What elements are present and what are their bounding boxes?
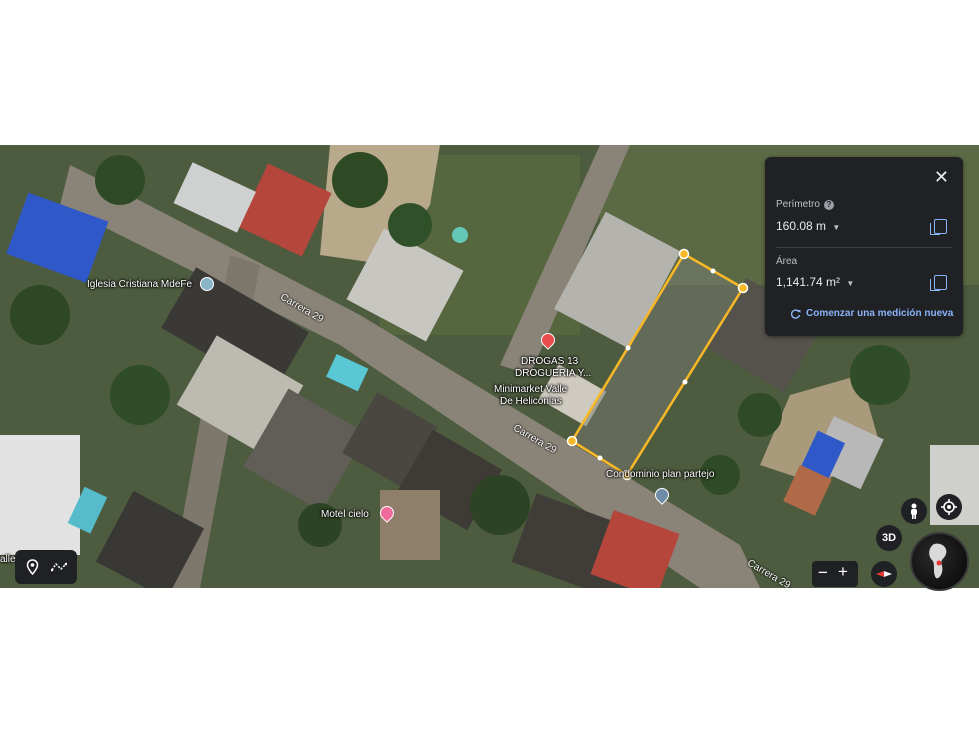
chevron-down-icon: ▼ [846,279,855,288]
map-label-drogas-2[interactable]: DROGUERIA Y... [515,368,591,380]
area-value: 1,141.74 m² [776,275,841,289]
zoom-out-button[interactable]: − [818,563,828,583]
church-pin-icon[interactable] [200,277,214,291]
area-value-dropdown[interactable]: 1,141.74 m² ▼ [776,275,854,289]
chevron-down-icon: ▼ [832,223,841,232]
close-icon[interactable]: ✕ [934,167,949,188]
map-label-iglesia[interactable]: Iglesia Cristiana MdeFe [87,279,192,291]
measurement-panel: ✕ Perímetro? 160.08 m ▼ Área 1,141.74 m²… [765,157,963,336]
zoom-in-button[interactable]: + [838,562,848,582]
place-icon[interactable] [26,559,39,575]
measure-path-icon[interactable] [51,561,67,573]
map-label-minimarket-2[interactable]: De Heliconias [500,396,562,408]
divider [776,247,952,248]
compass-icon[interactable] [871,561,897,587]
help-icon[interactable]: ? [823,200,834,210]
view-3d-button[interactable]: 3D [876,525,902,551]
copy-perimeter-icon[interactable] [930,219,947,235]
map-label-left-edge: alle [0,554,16,565]
bottom-left-toolbar [15,550,77,584]
my-location-icon[interactable] [936,494,962,520]
map-label-minimarket-1[interactable]: Minimarket Valle [494,384,567,396]
refresh-icon[interactable] [791,309,801,319]
perimeter-value: 160.08 m [776,219,827,233]
area-label: Área [776,256,798,267]
globe-icon[interactable] [910,532,969,591]
perimeter-value-dropdown[interactable]: 160.08 m ▼ [776,219,840,233]
map-label-condominio[interactable]: Condominio plan partejo [606,469,714,481]
map-label-drogas-1[interactable]: DROGAS 13 [521,356,578,368]
map-label-motel[interactable]: Motel cielo [321,509,369,521]
zoom-controls: − + [812,561,858,587]
new-measurement-button[interactable]: Comenzar una medición nueva [806,308,953,319]
pegman-icon[interactable] [901,498,927,524]
copy-area-icon[interactable] [930,275,947,291]
perimeter-label: Perímetro [776,199,820,210]
